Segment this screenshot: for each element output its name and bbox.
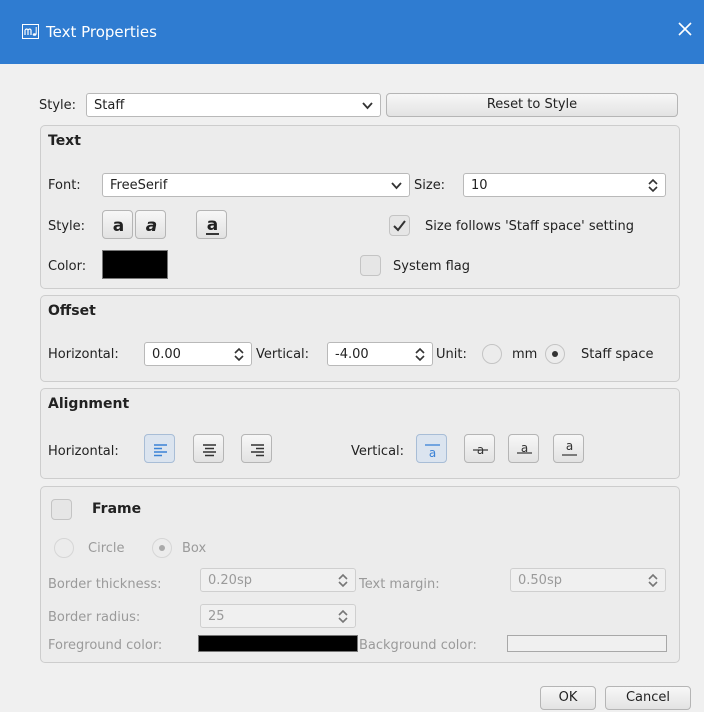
style-label: Style: [39, 98, 77, 113]
window-title: Text Properties [46, 23, 157, 41]
size-follows-label: Size follows 'Staff space' setting [425, 219, 634, 234]
svg-text:a: a [207, 215, 218, 235]
title-bar: Text Properties [0, 0, 704, 64]
cancel-button[interactable]: Cancel [605, 686, 691, 710]
chevron-down-icon [362, 102, 373, 110]
vertical-offset-label: Vertical: [256, 347, 310, 362]
align-center-button[interactable] [193, 434, 224, 463]
align-vcenter-icon: a [473, 443, 488, 457]
align-center-icon [203, 444, 216, 457]
svg-text:a: a [566, 439, 573, 453]
vertical-align-label: Vertical: [351, 444, 405, 459]
font-label: Font: [48, 178, 81, 193]
align-baseline-button[interactable]: a [508, 434, 539, 463]
italic-icon: a [146, 216, 157, 236]
text-margin-value: 0.50sp [518, 573, 562, 588]
system-flag-label: System flag [393, 259, 471, 274]
size-spinbox[interactable]: 10 [463, 173, 666, 197]
align-left-button[interactable] [144, 434, 175, 463]
text-margin-label: Text margin: [359, 577, 440, 592]
align-bottom-icon: a [562, 439, 577, 456]
border-radius-label: Border radius: [48, 610, 141, 625]
musescore-icon [22, 24, 39, 39]
spin-arrows-icon[interactable] [647, 573, 659, 588]
svg-text:a: a [429, 446, 436, 460]
text-margin-spinbox[interactable]: 0.50sp [510, 568, 666, 592]
radio-selected-dot [159, 545, 165, 551]
spin-arrows-icon[interactable] [337, 573, 349, 588]
size-value: 10 [471, 178, 488, 193]
align-bottom-button[interactable]: a [553, 434, 584, 463]
border-radius-value: 25 [208, 609, 225, 624]
font-select-value: FreeSerif [110, 178, 168, 193]
horizontal-offset-spinbox[interactable]: 0.00 [144, 342, 252, 366]
offset-group-title: Offset [48, 303, 96, 319]
chevron-down-icon [391, 182, 402, 190]
style-select-value: Staff [94, 98, 125, 113]
system-flag-checkbox[interactable] [360, 255, 381, 276]
align-right-icon [251, 444, 264, 457]
border-thickness-spinbox[interactable]: 0.20sp [200, 568, 356, 592]
align-top-button[interactable]: a [416, 434, 447, 463]
color-label: Color: [48, 259, 87, 274]
unit-staff-space-label: Staff space [581, 347, 654, 362]
align-vcenter-button[interactable]: a [464, 434, 495, 463]
unit-mm-radio[interactable] [482, 344, 502, 364]
checkmark-icon [393, 220, 406, 232]
frame-box-radio[interactable] [152, 538, 172, 558]
vertical-offset-value: -4.00 [335, 347, 369, 362]
horizontal-offset-label: Horizontal: [48, 347, 119, 362]
foreground-color-label: Foreground color: [48, 638, 163, 653]
close-icon[interactable] [676, 20, 694, 38]
text-color-swatch[interactable] [102, 250, 168, 279]
spin-arrows-icon[interactable] [647, 178, 659, 193]
radio-selected-dot [552, 351, 558, 357]
svg-text:a: a [146, 216, 157, 236]
ok-button[interactable]: OK [540, 686, 596, 710]
frame-box-label: Box [182, 541, 207, 556]
vertical-offset-spinbox[interactable]: -4.00 [327, 342, 433, 366]
background-color-swatch[interactable] [507, 635, 667, 652]
frame-group-title: Frame [92, 501, 142, 517]
frame-checkbox[interactable] [51, 499, 72, 520]
align-right-button[interactable] [241, 434, 272, 463]
align-baseline-icon: a [517, 441, 532, 455]
offset-group [40, 295, 680, 382]
font-select[interactable]: FreeSerif [102, 173, 410, 197]
spin-arrows-icon[interactable] [414, 347, 426, 362]
underline-button[interactable]: a [196, 210, 227, 239]
spin-arrows-icon[interactable] [337, 609, 349, 624]
border-thickness-value: 0.20sp [208, 573, 252, 588]
italic-button[interactable]: a [135, 210, 166, 239]
horizontal-align-label: Horizontal: [48, 444, 119, 459]
unit-mm-label: mm [512, 347, 538, 362]
alignment-group-title: Alignment [48, 396, 130, 412]
bold-icon: a [113, 216, 124, 236]
style-buttons-label: Style: [48, 219, 86, 234]
size-follows-checkbox[interactable] [389, 215, 410, 236]
spin-arrows-icon[interactable] [233, 347, 245, 362]
text-group-title: Text [48, 133, 81, 149]
horizontal-offset-value: 0.00 [152, 347, 181, 362]
frame-circle-label: Circle [88, 541, 125, 556]
unit-label: Unit: [436, 347, 467, 362]
border-thickness-label: Border thickness: [48, 577, 162, 592]
style-select[interactable]: Staff [86, 93, 381, 117]
frame-circle-radio[interactable] [54, 538, 74, 558]
size-label: Size: [414, 178, 446, 193]
align-left-icon [154, 444, 167, 457]
background-color-label: Background color: [359, 638, 477, 653]
align-top-icon: a [425, 444, 440, 460]
unit-staff-space-radio[interactable] [545, 344, 565, 364]
reset-to-style-button[interactable]: Reset to Style [386, 93, 678, 117]
bold-button[interactable]: a [102, 210, 133, 239]
underline-icon: a [206, 215, 219, 235]
alignment-group [40, 388, 680, 479]
foreground-color-swatch[interactable] [198, 635, 358, 652]
border-radius-spinbox[interactable]: 25 [200, 604, 356, 628]
svg-text:a: a [113, 216, 124, 236]
